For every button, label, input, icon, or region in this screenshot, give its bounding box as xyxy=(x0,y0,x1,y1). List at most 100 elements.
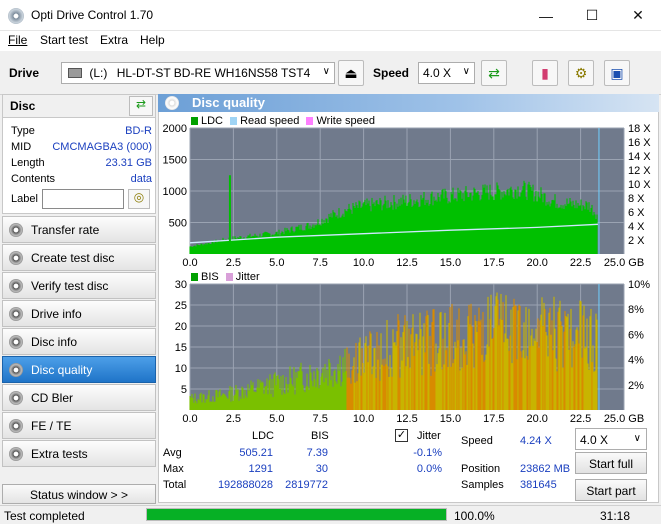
drive-letter: (L:) xyxy=(89,66,108,80)
x-tick-label: 12.5 xyxy=(396,413,417,422)
disc-icon xyxy=(9,335,23,349)
settings-button[interactable]: ⚙ xyxy=(568,60,594,86)
y2-tick-label: 8 X xyxy=(628,193,645,205)
menu-help[interactable]: Help xyxy=(140,33,165,47)
progress-text: 100.0% xyxy=(454,509,495,523)
maximize-button[interactable]: ☐ xyxy=(569,0,615,31)
nav-label: Drive info xyxy=(31,307,82,321)
samples-label: Samples xyxy=(461,479,504,491)
nav-transfer-rate[interactable]: Transfer rate xyxy=(2,216,156,243)
stats-total-ldc: 192888028 xyxy=(217,479,273,491)
save-button[interactable]: ▣ xyxy=(604,60,630,86)
minimize-button[interactable]: — xyxy=(523,0,569,31)
disc-icon xyxy=(9,223,23,237)
eject-button[interactable]: ⏏ xyxy=(338,60,364,86)
samples-value: 381645 xyxy=(520,479,557,491)
test-speed-select[interactable]: 4.0 X ∨ xyxy=(575,428,647,450)
menu-extra[interactable]: Extra xyxy=(100,33,128,47)
disc-icon xyxy=(9,391,23,405)
disc-length-label: Length xyxy=(11,157,45,169)
disc-icon xyxy=(9,447,23,461)
nav-extra-tests[interactable]: Extra tests xyxy=(2,440,156,467)
y2-tick-label: 4% xyxy=(628,355,644,367)
nav-disc-info[interactable]: Disc info xyxy=(2,328,156,355)
nav-verify-test-disc[interactable]: Verify test disc xyxy=(2,272,156,299)
ldc-chart: 0.0 2.5 5.0 7.5 10.0 12.5 15.0 17.5 20.0 22.5 25.0… xyxy=(163,123,652,269)
y-tick-label: 30 xyxy=(175,279,187,291)
refresh-button[interactable]: ⇄ xyxy=(481,60,507,86)
nav-cd-bler[interactable]: CD Bler xyxy=(2,384,156,411)
eject-icon: ⏏ xyxy=(344,64,358,81)
nav-create-test-disc[interactable]: Create test disc xyxy=(2,244,156,271)
nav-fe-te[interactable]: FE / TE xyxy=(2,412,156,439)
close-button[interactable]: ✕ xyxy=(615,0,661,31)
nav-label: Extra tests xyxy=(31,447,88,461)
stats-avg-bis: 7.39 xyxy=(306,447,328,459)
nav-disc-quality[interactable]: Disc quality xyxy=(2,356,156,383)
menu-start-test[interactable]: Start test xyxy=(40,33,88,47)
test-speed-value: 4.0 X xyxy=(580,433,609,447)
gears-icon: ⚙ xyxy=(574,64,588,81)
x-tick-label: 22.5 xyxy=(570,413,591,422)
stats-avg-ldc: 505.21 xyxy=(239,447,273,459)
disc-icon xyxy=(9,307,23,321)
panel-title: Disc quality xyxy=(192,95,265,110)
x-tick-label: 2.5 xyxy=(226,257,241,269)
nav-label: CD Bler xyxy=(31,391,74,405)
start-full-button[interactable]: Start full xyxy=(575,452,647,474)
stats-avg-label: Avg xyxy=(163,447,182,459)
menu-file[interactable]: File xyxy=(8,33,27,47)
stats-header-ldc: LDC xyxy=(252,430,275,442)
y-tick-label: 500 xyxy=(169,218,187,230)
y-tick-label: 2000 xyxy=(163,123,187,135)
menu-bar: File Start test Extra Help xyxy=(0,31,661,51)
refresh-arrows-icon: ⇄ xyxy=(488,64,500,81)
drive-select[interactable]: (L:) HL-DT-ST BD-RE WH16NS58 TST4 ∨ xyxy=(61,62,335,84)
y-tick-label: 15 xyxy=(175,342,187,354)
label-apply-button[interactable]: ◎ xyxy=(128,189,150,209)
start-part-button[interactable]: Start part xyxy=(575,479,647,501)
x-tick-label: 17.5 xyxy=(483,413,504,422)
speed-stat-value: 4.24 X xyxy=(520,435,552,447)
window-title: Opti Drive Control 1.70 xyxy=(31,8,154,22)
progress-bar xyxy=(146,508,447,521)
stats-max-ldc: 1291 xyxy=(248,463,273,475)
x-tick-label: 25.0 GB xyxy=(604,257,644,269)
disc-label-input[interactable] xyxy=(42,189,124,209)
y2-tick-label: 2 X xyxy=(628,235,645,247)
title-bar: Opti Drive Control 1.70 — ☐ ✕ xyxy=(0,0,661,31)
nav-drive-info[interactable]: Drive info xyxy=(2,300,156,327)
status-window-button[interactable]: Status window > > xyxy=(2,484,156,504)
stats-max-bis: 30 xyxy=(315,463,328,475)
nav-label: Verify test disc xyxy=(31,279,109,293)
disc-icon xyxy=(9,279,23,293)
x-tick-label: 7.5 xyxy=(313,413,328,422)
y2-tick-label: 10% xyxy=(628,279,650,291)
speed-select-value: 4.0 X xyxy=(423,66,452,80)
stats-avg-jitter: -0.1% xyxy=(413,447,442,459)
jitter-checkbox[interactable]: ✓ xyxy=(395,429,408,442)
y-tick-label: 1000 xyxy=(163,186,187,198)
y2-tick-label: 6% xyxy=(628,329,644,341)
speed-select[interactable]: 4.0 X ∨ xyxy=(418,62,475,84)
y2-tick-label: 14 X xyxy=(628,151,651,163)
stats-max-jitter: 0.0% xyxy=(416,463,442,475)
y2-tick-label: 12 X xyxy=(628,165,651,177)
drive-label: Drive xyxy=(9,66,40,80)
y2-tick-label: 8% xyxy=(628,304,644,316)
nav-label: FE / TE xyxy=(31,419,72,433)
y-tick-label: 1500 xyxy=(163,155,187,167)
erase-button[interactable]: ▮ xyxy=(532,60,558,86)
disc-contents-label: Contents xyxy=(11,173,56,185)
stats-max-label: Max xyxy=(163,463,184,475)
x-tick-label: 7.5 xyxy=(313,257,328,269)
disc-refresh-button[interactable]: ⇄ xyxy=(129,96,153,116)
stats-total-bis: 2819772 xyxy=(285,479,328,491)
x-tick-label: 22.5 xyxy=(570,257,591,269)
y-tick-label: 20 xyxy=(175,321,187,333)
x-tick-label: 15.0 xyxy=(440,257,461,269)
disc-length-value: 23.31 GB xyxy=(105,157,152,169)
x-tick-label: 12.5 xyxy=(396,257,417,269)
x-tick-label: 25.0 GB xyxy=(604,413,644,422)
chart-area: 0.0 2.5 5.0 7.5 10.0 12.5 15.0 17.5 20.0 22.5 25.0… xyxy=(163,123,652,422)
